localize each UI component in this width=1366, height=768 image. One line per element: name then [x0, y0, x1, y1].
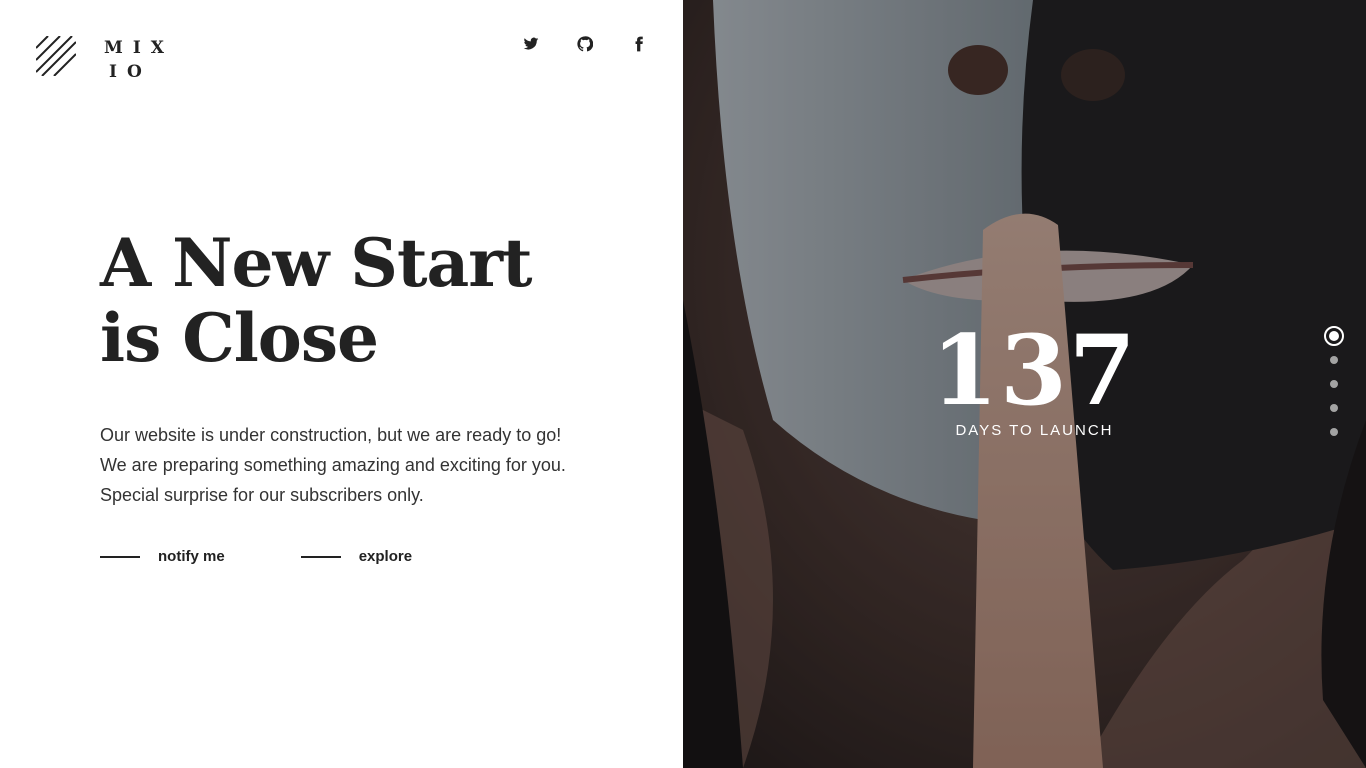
facebook-link[interactable]	[627, 34, 651, 54]
facebook-icon	[635, 36, 643, 52]
logo-stripes-icon	[36, 36, 76, 76]
countdown: 137 DAYS TO LAUNCH	[683, 314, 1366, 440]
twitter-link[interactable]	[519, 34, 543, 54]
explore-line	[300, 555, 341, 558]
explore-button[interactable]: explore	[300, 548, 413, 565]
github-link[interactable]	[573, 34, 597, 54]
logo[interactable]: MIX IO	[36, 36, 174, 84]
left-panel: MIX IO A New Start is Close Our website …	[0, 0, 683, 768]
explore-label: explore	[358, 548, 413, 565]
github-icon	[577, 36, 593, 52]
action-links: notify me explore	[100, 548, 488, 565]
page-title: A New Start is Close	[100, 224, 532, 377]
countdown-number: 137	[931, 314, 1138, 427]
logo-text-line1: MIX	[104, 38, 174, 58]
slide-pager	[1324, 326, 1344, 452]
logo-text-line2: IO	[109, 62, 152, 82]
page-title-line1: A New Start	[100, 224, 532, 302]
pager-dot-3[interactable]	[1330, 380, 1338, 388]
pager-dot-1[interactable]	[1324, 326, 1344, 346]
social-links	[519, 34, 681, 54]
pager-dot-5[interactable]	[1330, 428, 1338, 436]
countdown-label: DAYS TO LAUNCH	[955, 422, 1114, 439]
logo-text: MIX IO	[104, 36, 174, 84]
twitter-icon	[523, 37, 539, 50]
notify-me-button[interactable]: notify me	[100, 548, 225, 565]
notify-me-label: notify me	[158, 548, 225, 565]
hero-image-panel: 137 DAYS TO LAUNCH	[683, 0, 1366, 768]
pager-dot-4[interactable]	[1330, 404, 1338, 412]
pager-dot-2[interactable]	[1330, 356, 1338, 364]
page-title-line2: is Close	[100, 299, 379, 377]
notify-me-line	[100, 555, 140, 558]
description-text: Our website is under construction, but w…	[100, 425, 566, 505]
